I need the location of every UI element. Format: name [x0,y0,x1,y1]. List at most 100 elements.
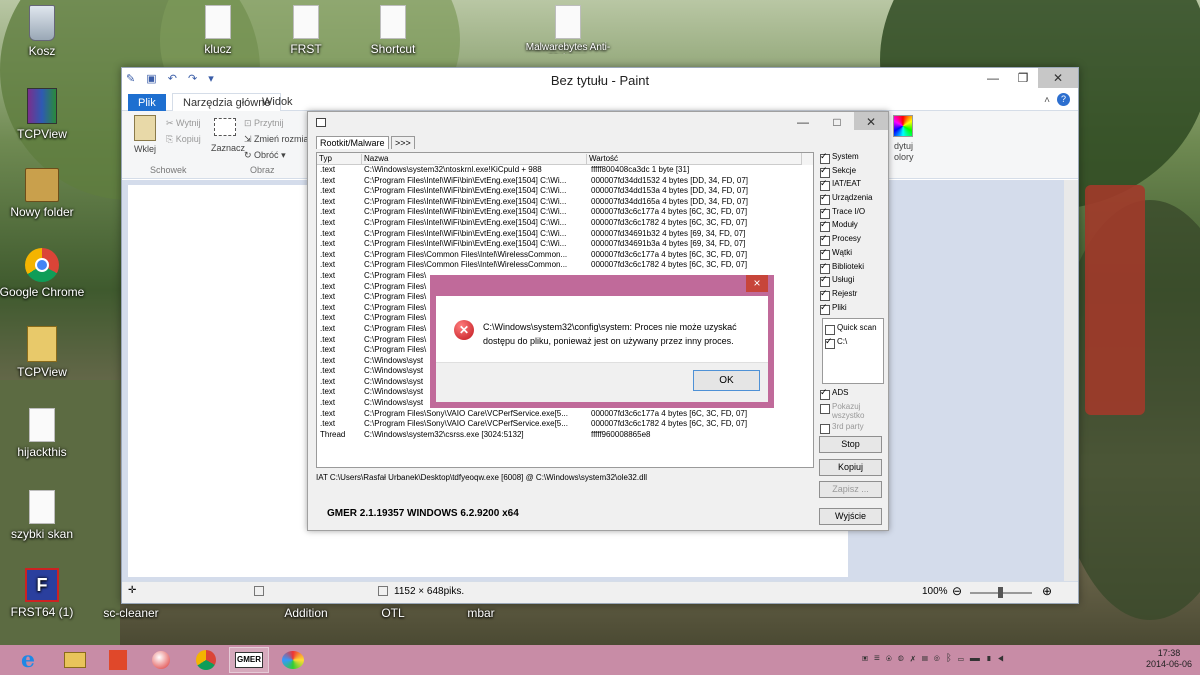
taskbar-explorer[interactable] [55,647,95,673]
tray-icon-2[interactable]: ≡ [874,653,886,664]
bluetooth-icon[interactable]: ᛒ [946,653,958,664]
option-checkbox-pliki[interactable]: Pliki [818,302,888,317]
paint-titlebar[interactable]: ✎ ▣ ↶ ↷ ▾ Bez tytułu - Paint — ❐ ✕ [122,68,1078,91]
minimize-icon[interactable]: — [978,68,1008,88]
zoom-out-icon[interactable]: ⊖ [952,584,962,598]
volume-icon[interactable]: ◀ [998,653,1010,664]
table-row[interactable]: .text C:\Program Files\Intel\WiFi\bin\Evt… [317,239,813,250]
desktop-icon-tcpview-rar[interactable]: TCPView [0,88,87,141]
table-row[interactable]: .text C:\Program Files\Intel\WiFi\bin\Evt… [317,197,813,208]
option-checkbox-us-ugi[interactable]: Usługi [818,274,888,289]
zoom-in-icon[interactable]: ⊕ [1042,584,1052,598]
paste-button[interactable]: Wklej [134,144,156,154]
tab-file[interactable]: Plik [128,94,166,112]
desktop-icon-otl[interactable]: OTL [348,606,438,620]
option-checkbox-w-tki[interactable]: Wątki [818,247,888,262]
ok-button[interactable]: OK [693,370,760,391]
tray-icon-3[interactable]: ◉ [886,653,898,664]
zoom-slider-thumb[interactable] [998,587,1003,598]
taskbar-chrome[interactable] [186,647,226,673]
option-checkbox-modu-y[interactable]: Moduły [818,219,888,234]
quick-scan-checkbox[interactable]: Quick scan [823,323,883,337]
rotate-button[interactable]: ↻ Obróć ▾ [244,150,286,161]
tray-icon-7[interactable]: ◎ [934,653,946,664]
table-row[interactable]: .text C:\Program Files\Intel\WiFi\bin\Evt… [317,186,813,197]
vertical-scrollbar[interactable] [1064,180,1078,581]
table-row[interactable]: .text C:\Windows\system32\ntoskrnl.exe!Ki… [317,165,813,176]
table-row[interactable]: .text C:\Program Files\Sony\VAIO Care\VCP… [317,419,813,430]
network-icon[interactable]: ▮ [986,653,998,664]
tray-icon-6[interactable]: ▤ [922,653,934,664]
select-button[interactable]: Zaznacz [211,143,245,153]
desktop-icon-malwarebytes[interactable]: Malwarebytes Anti-Malware [523,5,613,54]
tab-view[interactable]: Widok [252,93,303,111]
desktop-icon-shortcut[interactable]: Shortcut [348,5,438,56]
edit-colors-button[interactable]: dytuj olory [894,141,914,163]
desktop-icon-mbar[interactable]: mbar [436,606,526,620]
desktop-icon-sc-cleaner[interactable]: sc-cleaner [86,606,176,620]
taskbar-paint[interactable] [273,647,313,673]
crop-button[interactable]: ⊡ Przytnij [244,118,284,129]
option-checkbox-rejestr[interactable]: Rejestr [818,288,888,303]
table-row[interactable]: Thread C:\Windows\system32\csrss.exe [302… [317,430,813,441]
table-row[interactable]: .text C:\Program Files\Intel\WiFi\bin\Evt… [317,229,813,240]
column-name[interactable]: Nazwa [362,154,587,164]
tab-rootkit-malware[interactable]: Rootkit/Malware [316,136,389,149]
desktop-icon-frst[interactable]: FRST [261,5,351,56]
column-type[interactable]: Typ [317,154,362,164]
resize-button[interactable]: ⇲ Zmień rozmia [244,134,309,145]
drive-c-checkbox[interactable]: C:\ [823,336,883,351]
table-row[interactable]: .text C:\Program Files\Common Files\Intel… [317,250,813,261]
tray-icon-4[interactable]: ◍ [898,653,910,664]
taskbar-app[interactable] [141,647,181,673]
taskbar-ie[interactable]: e [8,647,48,673]
close-icon[interactable]: ✕ [1038,68,1078,88]
third-party-checkbox[interactable]: 3rd party [818,422,864,436]
exit-button[interactable]: Wyjście [819,508,882,525]
desktop-icon-new-folder[interactable]: Nowy folder [0,168,87,219]
option-checkbox-trace-i-o[interactable]: Trace I/O [818,206,888,221]
table-row[interactable]: .text C:\Program Files\Common Files\Intel… [317,260,813,271]
option-checkbox-iat-eat[interactable]: IAT/EAT [818,178,888,193]
desktop-icon-tcpview-folder[interactable]: TCPView [0,326,87,379]
stop-button[interactable]: Stop [819,436,882,453]
gmer-titlebar[interactable]: — □ ✕ [308,112,888,134]
ribbon-collapse-icon[interactable]: ˄ [1044,95,1050,106]
maximize-icon[interactable]: ❐ [1008,68,1038,88]
gmer-minimize-icon[interactable]: — [788,112,818,130]
clock[interactable]: 17:38 2014-06-06 [1146,648,1192,670]
table-row[interactable]: .text C:\Program Files\Intel\WiFi\bin\Evt… [317,218,813,229]
option-checkbox-sekcje[interactable]: Sekcje [818,165,888,180]
desktop-icon-frst64[interactable]: F FRST64 (1) [0,568,87,619]
table-row[interactable]: .text C:\Program Files\Sony\VAIO Care\VCP… [317,409,813,420]
system-tray[interactable]: ▣≡◉◍✗▤◎ᛒ▭▬▮◀ [862,653,1010,664]
taskbar-office[interactable] [98,647,138,673]
tab-more[interactable]: >>> [391,136,415,149]
column-value[interactable]: Wartość [587,154,802,164]
help-icon[interactable]: ? [1057,93,1070,106]
copy-button[interactable]: Kopiuj [819,459,882,476]
option-checkbox-urz-dzenia[interactable]: Urządzenia [818,192,888,207]
gmer-close-icon[interactable]: ✕ [854,112,888,130]
tray-icon-9[interactable]: ▬ [970,653,986,664]
desktop-icon-addition[interactable]: Addition [261,606,351,620]
tray-icon-1[interactable]: ▣ [862,653,874,664]
show-all-checkbox[interactable]: Pokazuj wszystko [818,402,878,420]
desktop-icon-recycle-bin[interactable]: Kosz [0,5,87,58]
table-row[interactable]: .text C:\Program Files\Intel\WiFi\bin\Evt… [317,207,813,218]
cut-button[interactable]: ✂ Wytnij [166,118,200,129]
ads-checkbox[interactable]: ADS [818,387,848,402]
copy-button[interactable]: ⎘ Kopiuj [166,134,201,145]
tray-icon-8[interactable]: ▭ [958,653,970,664]
gmer-maximize-icon[interactable]: □ [822,112,852,130]
table-row[interactable]: .text C:\Program Files\Intel\WiFi\bin\Evt… [317,176,813,187]
save-button[interactable]: Zapisz ... [819,481,882,498]
desktop-icon-chrome[interactable]: Google Chrome [0,248,87,299]
tray-icon-5[interactable]: ✗ [910,653,922,664]
option-checkbox-procesy[interactable]: Procesy [818,233,888,248]
option-checkbox-system[interactable]: System [818,151,888,166]
taskbar-gmer[interactable]: GMER [229,647,269,673]
option-checkbox-biblioteki[interactable]: Biblioteki [818,261,888,276]
desktop-icon-szybki-skan[interactable]: szybki skan [0,490,87,541]
dialog-close-button[interactable]: × [746,275,768,292]
